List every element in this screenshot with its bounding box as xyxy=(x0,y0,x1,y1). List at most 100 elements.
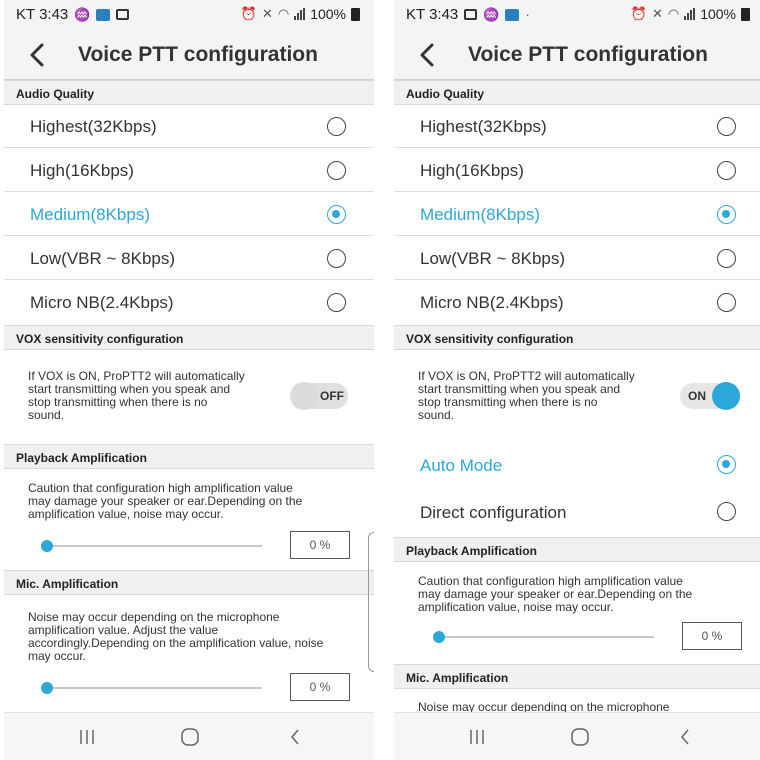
radio-button[interactable] xyxy=(717,502,736,521)
section-header-vox: VOX sensitivity configuration xyxy=(4,325,374,350)
app-notification-icon xyxy=(505,8,520,21)
radio-button[interactable] xyxy=(327,249,346,268)
option-label: Highest(32Kbps) xyxy=(30,117,157,136)
vox-toggle[interactable]: ON xyxy=(680,382,740,410)
mic-value-field[interactable]: 0 % xyxy=(290,673,350,701)
radio-button[interactable] xyxy=(327,117,346,136)
option-label: Low(VBR ~ 8Kbps) xyxy=(420,249,566,268)
playback-slider[interactable] xyxy=(433,631,654,643)
radio-button-selected[interactable] xyxy=(327,205,346,224)
signal-icon xyxy=(684,8,696,20)
back-arrow-icon[interactable] xyxy=(416,42,440,68)
slider-thumb[interactable] xyxy=(41,540,53,552)
recents-icon[interactable] xyxy=(72,723,102,751)
vox-mode-auto[interactable]: Auto Mode xyxy=(394,443,760,489)
mic-caution: Noise may occur depending on the microph… xyxy=(28,611,328,663)
alarm-icon: ⏰ xyxy=(630,6,647,21)
audio-option-high[interactable]: High(16Kbps) xyxy=(4,149,374,192)
playback-slider[interactable] xyxy=(41,540,262,552)
battery-percent: 100% xyxy=(700,6,736,22)
section-header-audio-quality: Audio Quality xyxy=(394,80,760,105)
recents-icon[interactable] xyxy=(462,723,492,751)
radio-button[interactable] xyxy=(717,117,736,136)
toggle-knob xyxy=(712,382,740,410)
home-icon[interactable] xyxy=(565,723,595,751)
section-header-vox: VOX sensitivity configuration xyxy=(394,325,760,350)
camera-notification-icon xyxy=(116,9,130,20)
notification-icon: ♒ xyxy=(74,6,91,22)
back-arrow-icon[interactable] xyxy=(26,42,50,68)
radio-button[interactable] xyxy=(327,161,346,180)
audio-option-low[interactable]: Low(VBR ~ 8Kbps) xyxy=(394,237,760,280)
vox-description-line: stop transmitting when there is no xyxy=(28,395,208,409)
option-label: High(16Kbps) xyxy=(30,161,134,180)
playback-caution: Caution that configuration high amplific… xyxy=(418,575,718,614)
mute-icon: ✕ xyxy=(651,6,663,21)
section-header-playback: Playback Amplification xyxy=(4,444,374,469)
status-bar: KT 3:43 ♒ ⏰ ✕ ◠ 100% xyxy=(4,0,374,30)
vox-description: If VOX is ON, ProPTT2 will automatically… xyxy=(28,370,268,422)
radio-button[interactable] xyxy=(327,293,346,312)
section-header-playback: Playback Amplification xyxy=(394,537,760,562)
page-title: Voice PTT configuration xyxy=(468,43,708,66)
screen-vox-on: KT 3:43 ♒ · ⏰ ✕ ◠ 100% Voice PTT configu… xyxy=(394,0,760,760)
alarm-icon: ⏰ xyxy=(240,6,257,21)
scroll-indicator xyxy=(368,532,374,672)
audio-option-highest[interactable]: Highest(32Kbps) xyxy=(394,105,760,148)
system-nav-bar xyxy=(394,712,760,760)
status-time: KT 3:43 xyxy=(16,6,69,23)
slider-thumb[interactable] xyxy=(41,682,53,694)
option-label: Medium(8Kbps) xyxy=(420,205,540,224)
audio-option-medium[interactable]: Medium(8Kbps) xyxy=(394,193,760,236)
option-label: Highest(32Kbps) xyxy=(420,117,547,136)
nav-back-icon[interactable] xyxy=(280,723,310,751)
playback-value-field[interactable]: 0 % xyxy=(682,622,742,650)
toggle-label: ON xyxy=(688,389,706,403)
radio-button[interactable] xyxy=(717,293,736,312)
option-label: Auto Mode xyxy=(420,456,503,475)
audio-option-micro-nb[interactable]: Micro NB(2.4Kbps) xyxy=(394,281,760,324)
option-label: Micro NB(2.4Kbps) xyxy=(30,293,174,312)
option-label: Low(VBR ~ 8Kbps) xyxy=(30,249,176,268)
notification-icon: ♒ xyxy=(483,6,500,22)
radio-button[interactable] xyxy=(717,161,736,180)
battery-icon xyxy=(351,7,360,21)
screen-vox-off: KT 3:43 ♒ ⏰ ✕ ◠ 100% Voice PTT configura… xyxy=(4,0,374,760)
vox-description-line: stop transmitting when there is no xyxy=(418,395,598,409)
audio-option-highest[interactable]: Highest(32Kbps) xyxy=(4,105,374,148)
option-label: High(16Kbps) xyxy=(420,161,524,180)
caution-line: may occur. xyxy=(28,649,87,663)
vox-toggle[interactable]: OFF xyxy=(290,382,348,410)
audio-option-micro-nb[interactable]: Micro NB(2.4Kbps) xyxy=(4,281,374,324)
vox-mode-direct[interactable]: Direct configuration xyxy=(394,490,760,536)
section-header-mic: Mic. Amplification xyxy=(4,570,374,595)
playback-caution: Caution that configuration high amplific… xyxy=(28,482,328,521)
slider-thumb[interactable] xyxy=(433,631,445,643)
status-bar: KT 3:43 ♒ · ⏰ ✕ ◠ 100% xyxy=(394,0,760,30)
caution-line: amplification value, noise may occur. xyxy=(28,507,224,521)
mic-slider[interactable] xyxy=(41,682,262,694)
radio-button-selected[interactable] xyxy=(717,455,736,474)
option-label: Medium(8Kbps) xyxy=(30,205,150,224)
app-bar: Voice PTT configuration xyxy=(4,30,374,80)
section-header-audio-quality: Audio Quality xyxy=(4,80,374,105)
image-notification-icon xyxy=(464,9,478,20)
system-nav-bar xyxy=(4,712,374,760)
vox-description-line: sound. xyxy=(28,408,65,422)
battery-percent: 100% xyxy=(310,6,346,22)
audio-option-low[interactable]: Low(VBR ~ 8Kbps) xyxy=(4,237,374,280)
nav-back-icon[interactable] xyxy=(670,723,700,751)
option-label: Micro NB(2.4Kbps) xyxy=(420,293,564,312)
audio-option-medium[interactable]: Medium(8Kbps) xyxy=(4,193,374,236)
app-notification-icon xyxy=(96,8,111,21)
signal-icon xyxy=(294,8,306,20)
wifi-icon: ◠ xyxy=(277,6,290,21)
radio-button-selected[interactable] xyxy=(717,205,736,224)
status-time: KT 3:43 xyxy=(406,6,459,23)
radio-button[interactable] xyxy=(717,249,736,268)
toggle-label: OFF xyxy=(320,389,344,403)
audio-option-high[interactable]: High(16Kbps) xyxy=(394,149,760,192)
playback-value-field[interactable]: 0 % xyxy=(290,531,350,559)
home-icon[interactable] xyxy=(175,723,205,751)
toggle-knob xyxy=(290,382,318,410)
